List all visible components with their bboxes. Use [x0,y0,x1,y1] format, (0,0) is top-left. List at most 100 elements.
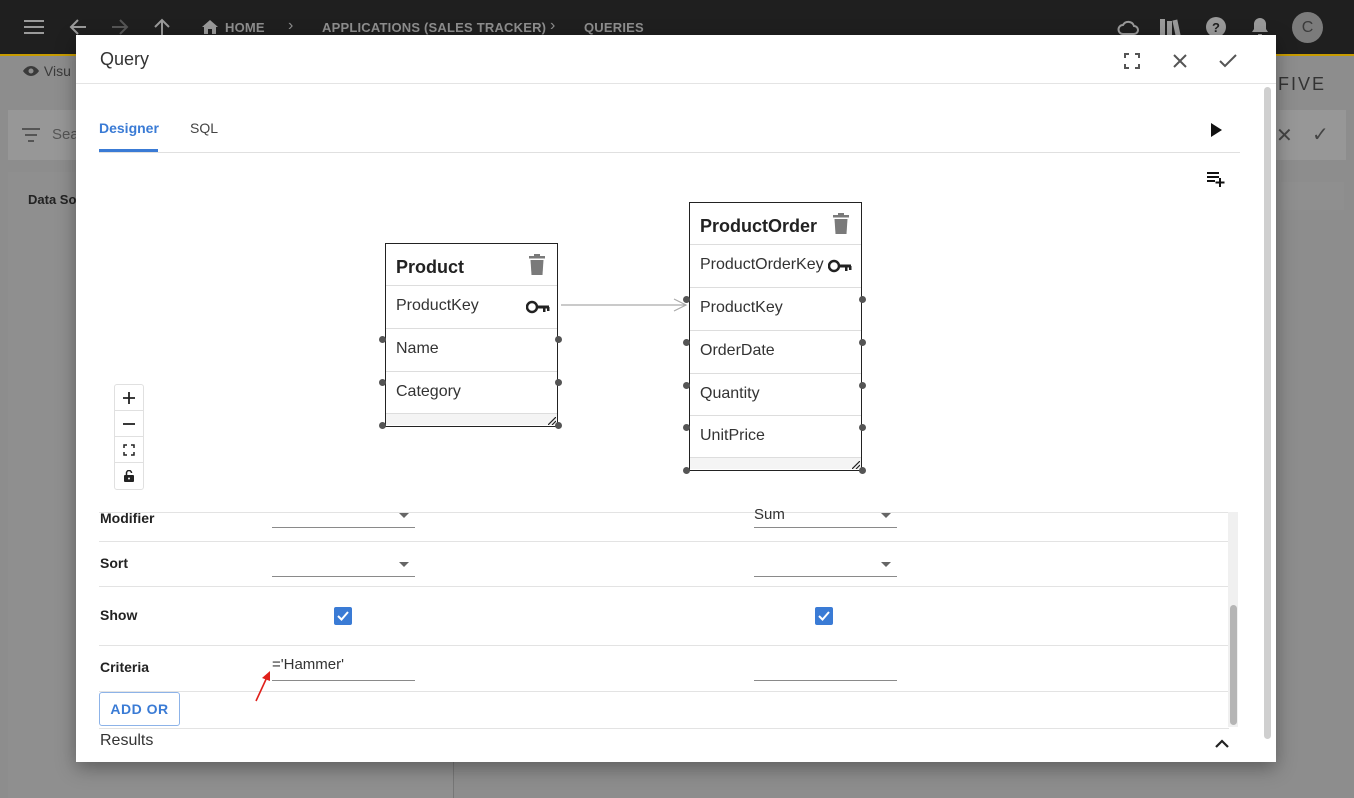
sort-select-col1[interactable] [272,556,415,577]
search-placeholder: Sea [52,126,79,143]
connector-dot[interactable] [859,296,866,303]
grid-row-modifier: Modifier Sum [99,506,1229,542]
visual-mode-label: Visu [43,63,71,79]
expand-results-button[interactable] [1212,733,1232,753]
grid-scrollbar[interactable] [1230,605,1237,725]
delete-table-button[interactable] [528,254,546,276]
annotation-arrow-icon [255,671,270,702]
criteria-input-col1[interactable]: ='Hammer' [272,656,415,681]
add-or-button[interactable]: ADD OR [99,692,180,726]
sort-select-col2[interactable] [754,556,897,577]
field-row[interactable]: Name [386,328,557,370]
key-icon [526,300,550,314]
breadcrumb-home[interactable]: HOME [225,20,265,35]
trash-icon [529,254,545,275]
table-productorder[interactable]: ProductOrder ProductOrderKey ProductKey … [689,202,862,471]
show-checkbox-col1[interactable] [334,607,352,625]
criteria-input-col2[interactable] [754,656,897,681]
criteria-label: Criteria [100,659,150,675]
connector-dot[interactable] [683,296,690,303]
grid-row-show: Show [99,586,1229,646]
lock-button[interactable] [115,463,143,489]
dialog-scrollbar[interactable] [1264,87,1271,739]
results-section-title[interactable]: Results [100,732,153,750]
modifier-select-col2[interactable]: Sum [754,506,897,528]
connector-dot[interactable] [683,467,690,474]
minus-icon [123,422,135,425]
connector-dot[interactable] [555,379,562,386]
brand-logo: FIVE [1278,74,1327,94]
avatar[interactable]: C [1292,12,1323,43]
zoom-in-button[interactable] [115,385,143,411]
designer-canvas[interactable]: Product ProductKey Name Category Product… [99,153,1240,513]
menu-icon[interactable] [22,15,46,39]
chevron-up-icon [1215,739,1229,748]
field-row[interactable]: OrderDate [690,330,861,372]
tab-designer[interactable]: Designer [99,120,159,136]
field-row[interactable]: Quantity [690,373,861,415]
connector-dot[interactable] [555,422,562,429]
svg-text:?: ? [1212,20,1220,35]
table-footer [690,457,861,469]
grid-bottom-divider [99,728,1229,729]
background-right-strip [1276,182,1344,210]
delete-table-button[interactable] [832,213,850,235]
dropdown-caret-icon [399,513,409,518]
eye-icon [23,66,39,76]
connector-dot[interactable] [555,336,562,343]
dialog-title: Query [100,49,150,69]
save-button[interactable] [1215,48,1241,74]
background-actions: ✕ ✓ [1276,110,1346,160]
close-icon [1173,54,1187,68]
query-grid: Modifier Sum Sort Show Criteria ='Hammer… [99,506,1229,752]
dropdown-caret-icon [881,513,891,518]
fit-view-button[interactable] [115,437,143,463]
dropdown-caret-icon [399,562,409,567]
visual-mode-toggle[interactable]: Visu [22,63,71,79]
field-name: ProductKey [700,299,783,316]
relationship-line [561,298,688,312]
connector-dot[interactable] [859,339,866,346]
close-button[interactable] [1167,48,1193,74]
table-product[interactable]: Product ProductKey Name Category [385,243,558,427]
zoom-controls [114,384,144,490]
field-row[interactable]: UnitPrice [690,415,861,457]
field-row[interactable]: ProductKey [386,285,557,327]
table-title: Product [396,257,465,277]
modifier-label: Modifier [100,510,155,526]
connector-dot[interactable] [683,339,690,346]
connector-dot[interactable] [859,424,866,431]
run-query-button[interactable] [1204,118,1228,142]
field-row[interactable]: Category [386,371,557,413]
connector-dot[interactable] [683,382,690,389]
fit-view-icon [123,443,135,456]
field-name: ProductKey [396,297,479,314]
field-name: OrderDate [700,342,775,359]
breadcrumb-applications[interactable]: APPLICATIONS (SALES TRACKER) [322,20,546,35]
fullscreen-button[interactable] [1119,48,1145,74]
filter-icon [22,128,40,142]
field-name: ProductOrderKey [700,256,824,273]
field-name: Quantity [700,385,760,402]
connector-dot[interactable] [379,422,386,429]
connector-dot[interactable] [859,382,866,389]
table-footer [386,413,557,425]
grid-row-sort: Sort [99,540,1229,587]
breadcrumb-queries[interactable]: QUERIES [584,20,644,35]
field-row[interactable]: ProductOrderKey [690,244,861,286]
connector-dot[interactable] [379,379,386,386]
lock-open-icon [124,470,134,482]
modifier-select-col1[interactable] [272,507,415,528]
zoom-out-button[interactable] [115,411,143,437]
close-icon: ✕ [1276,125,1293,147]
show-checkbox-col2[interactable] [815,607,833,625]
connector-dot[interactable] [683,424,690,431]
field-name: Category [396,383,461,400]
connector-dot[interactable] [859,467,866,474]
field-row[interactable]: ProductKey [690,287,861,329]
tab-sql[interactable]: SQL [190,120,218,136]
background-tab-label: Data So [28,192,77,207]
table-title: ProductOrder [700,216,818,236]
connector-dot[interactable] [379,336,386,343]
dropdown-caret-icon [881,562,891,567]
